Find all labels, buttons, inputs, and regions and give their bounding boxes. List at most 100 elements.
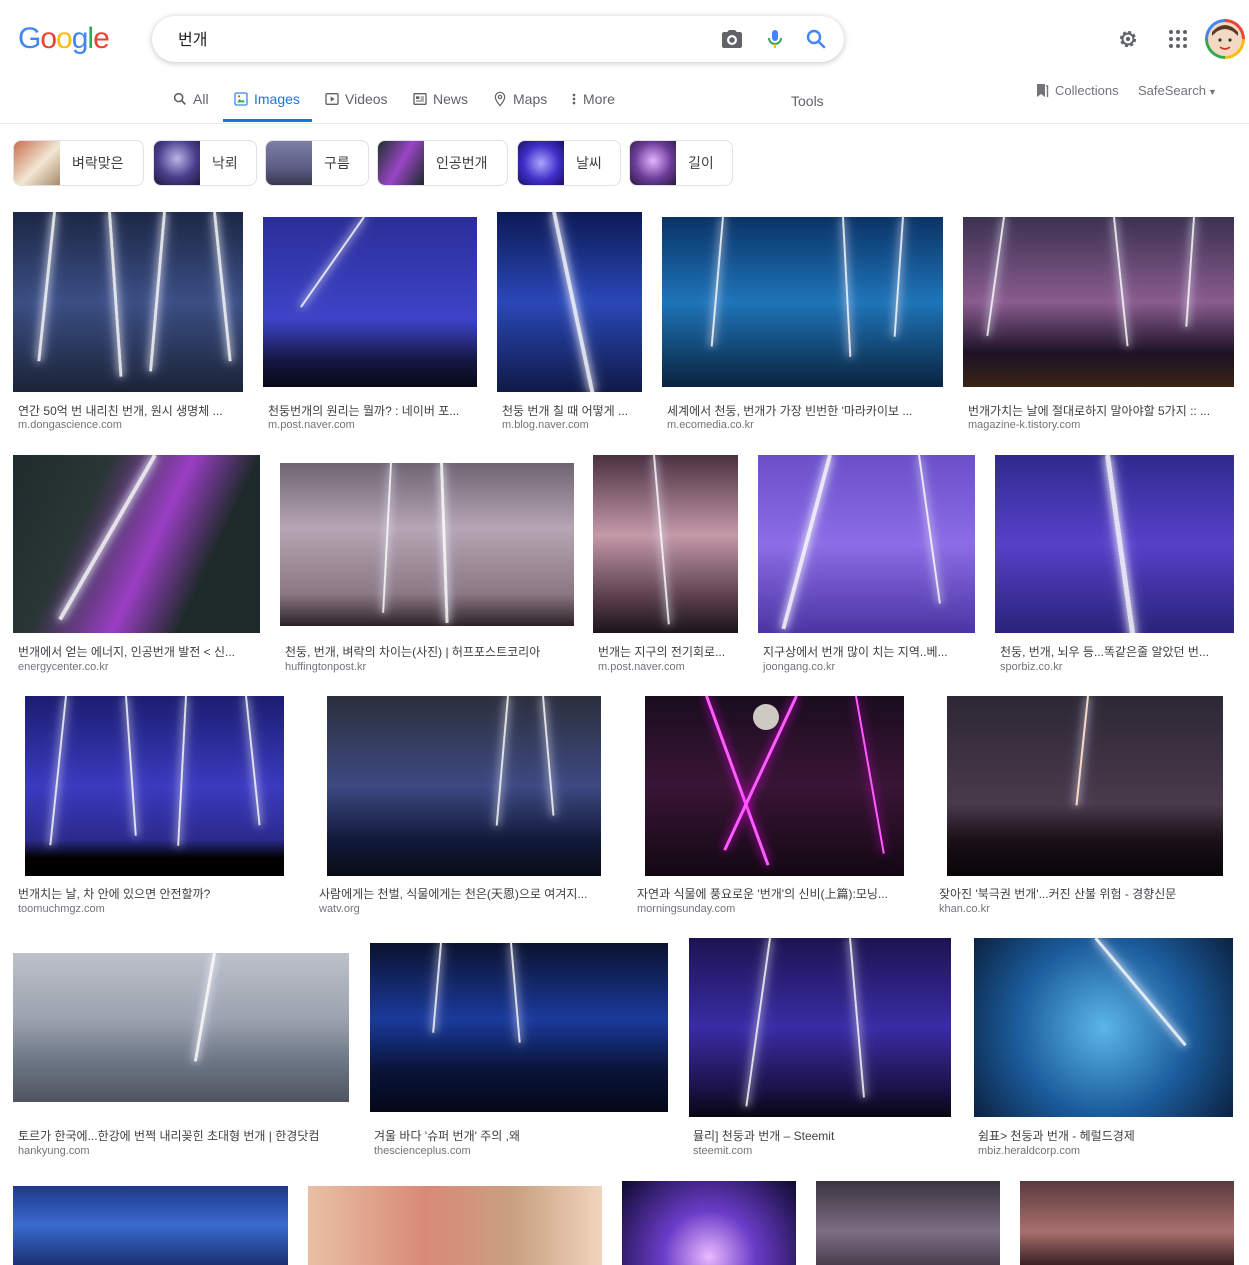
camera-icon[interactable] (720, 27, 744, 51)
chip-related-search[interactable]: 벼락맞은 (13, 140, 144, 186)
logo-letter: g (71, 22, 89, 55)
chip-label: 길이 (688, 155, 714, 171)
result-title[interactable]: 번개는 지구의 전기회로... (598, 643, 738, 660)
chip-label: 구름 (324, 155, 350, 171)
result-source: joongang.co.kr (763, 661, 836, 673)
search-icon (173, 92, 186, 105)
result-image[interactable] (497, 212, 642, 392)
header-divider (0, 123, 1249, 124)
avatar[interactable] (1205, 19, 1245, 59)
result-title[interactable]: 쉼표> 천둥과 번개 - 헤럴드경제 (978, 1127, 1233, 1144)
tools-button[interactable]: Tools (791, 93, 824, 109)
result-image[interactable] (662, 217, 943, 387)
result-source: mbiz.heraldcorp.com (978, 1145, 1081, 1157)
result-image[interactable] (995, 455, 1234, 633)
chip-related-search[interactable]: 인공번개 (377, 140, 508, 186)
result-image[interactable] (974, 938, 1233, 1117)
result-image[interactable] (947, 696, 1223, 876)
tab-videos[interactable]: Videos (324, 91, 388, 107)
result-image[interactable] (280, 463, 574, 626)
map-pin-icon (494, 91, 506, 107)
dropdown-arrow-icon: ▼ (1207, 87, 1217, 97)
chip-label: 날씨 (576, 155, 602, 171)
chip-thumbnail (154, 141, 200, 185)
result-source: magazine-k.tistory.com (968, 419, 1081, 431)
chip-thumbnail (266, 141, 312, 185)
result-source: steemit.com (693, 1145, 753, 1157)
result-title[interactable]: 연간 50억 번 내리친 번개, 원시 생명체 ... (18, 402, 243, 419)
chip-related-search[interactable]: 길이 (629, 140, 733, 186)
apps-grid-icon[interactable] (1166, 27, 1190, 51)
result-image[interactable] (13, 953, 349, 1102)
tab-label: More (583, 91, 615, 107)
safesearch-menu[interactable]: SafeSearch ▼ (1138, 83, 1217, 98)
result-source: thescienceplus.com (374, 1145, 471, 1157)
news-icon (413, 93, 427, 105)
result-title[interactable]: 지구상에서 번개 많이 치는 지역..베... (763, 643, 975, 660)
gear-icon[interactable] (1116, 27, 1140, 51)
result-image[interactable] (370, 943, 668, 1112)
result-image[interactable] (758, 455, 975, 633)
tab-more[interactable]: More (570, 91, 615, 107)
result-title[interactable]: 천둥 번개 칠 때 어떻게 ... (502, 402, 642, 419)
tab-all[interactable]: All (172, 91, 209, 107)
result-image[interactable] (622, 1181, 796, 1265)
result-image[interactable] (13, 455, 260, 633)
result-title[interactable]: 번개치는 날, 차 안에 있으면 안전할까? (18, 885, 284, 902)
result-title[interactable]: 천둥, 번개, 벼락의 차이는(사진) | 허프포스트코리아 (285, 643, 574, 660)
chip-thumbnail (14, 141, 60, 185)
result-source: watv.org (319, 903, 360, 915)
logo-letter: e (93, 22, 110, 55)
result-source: huffingtonpost.kr (285, 661, 367, 673)
result-image[interactable] (816, 1181, 1000, 1265)
result-image[interactable] (689, 938, 951, 1117)
result-title[interactable]: 겨울 바다 '슈퍼 번개' 주의 ,왜 (374, 1127, 668, 1144)
chip-label: 낙뢰 (212, 155, 238, 171)
collections-link[interactable]: Collections (1035, 82, 1119, 98)
result-image[interactable] (645, 696, 904, 876)
google-logo[interactable]: Google (18, 22, 110, 56)
tab-label: Maps (513, 91, 548, 107)
result-title[interactable]: 잦아진 '북극권 번개'...커진 산불 위험 - 경향신문 (939, 885, 1229, 902)
result-title[interactable]: 토르가 한국에...한강에 번쩍 내리꽂힌 초대형 번개 | 한경닷컴 (18, 1127, 349, 1144)
result-title[interactable]: 세계에서 천둥, 번개가 가장 빈번한 '마라카이보 ... (667, 402, 943, 419)
result-image[interactable] (1020, 1181, 1234, 1265)
result-source: m.blog.naver.com (502, 419, 589, 431)
tab-label: All (193, 91, 209, 107)
result-image[interactable] (263, 217, 477, 387)
result-image[interactable] (308, 1186, 602, 1265)
search-icon[interactable] (804, 27, 828, 51)
result-image[interactable] (25, 696, 284, 876)
result-title[interactable]: 자연과 식물에 풍요로운 '번개'의 신비(上篇):모닝... (637, 885, 911, 902)
more-vert-icon (572, 93, 576, 105)
chip-thumbnail (518, 141, 564, 185)
result-title[interactable]: 뮬리] 천둥과 번개 – Steemit (693, 1127, 951, 1144)
safesearch-label: SafeSearch (1138, 83, 1206, 98)
chip-related-search[interactable]: 날씨 (517, 140, 621, 186)
result-image[interactable] (13, 1186, 288, 1265)
result-image[interactable] (13, 212, 243, 392)
result-source: m.post.naver.com (598, 661, 685, 673)
result-title[interactable]: 번개에서 얻는 에너지, 인공번개 발전 < 신... (18, 643, 260, 660)
microphone-icon[interactable] (763, 27, 787, 51)
search-box (152, 16, 844, 62)
moon-shape (753, 704, 779, 730)
tab-label: Videos (345, 91, 388, 107)
chip-related-search[interactable]: 낙뢰 (153, 140, 257, 186)
result-title[interactable]: 사람에게는 천벌, 식물에게는 천은(天恩)으로 여겨지... (319, 885, 609, 902)
result-image[interactable] (963, 217, 1234, 387)
tab-maps[interactable]: Maps (492, 91, 547, 107)
result-title[interactable]: 천둥, 번개, 뇌우 등...똑같은줄 알았던 번... (1000, 643, 1234, 660)
result-title[interactable]: 천둥번개의 원리는 뭘까? : 네이버 포... (268, 402, 477, 419)
result-source: toomuchmgz.com (18, 903, 105, 915)
tab-images[interactable]: Images (233, 91, 300, 107)
result-title[interactable]: 번개가치는 날에 절대로하지 말아야할 5가지 :: ... (968, 402, 1234, 419)
chip-related-search[interactable]: 구름 (265, 140, 369, 186)
play-icon (325, 93, 339, 105)
result-image[interactable] (327, 696, 601, 876)
tab-news[interactable]: News (412, 91, 468, 107)
logo-letter: o (56, 22, 73, 55)
search-input[interactable] (176, 28, 700, 48)
result-image[interactable] (593, 455, 738, 633)
chip-thumbnail (630, 141, 676, 185)
